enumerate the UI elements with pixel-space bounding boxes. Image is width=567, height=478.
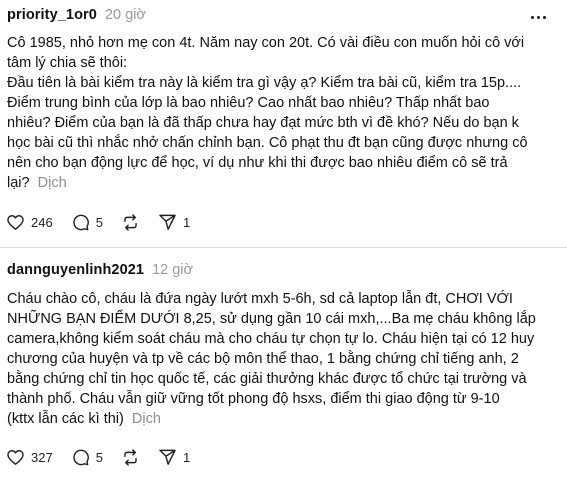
like-count: 246 <box>31 214 53 230</box>
post-header: priority_1or0 20 giờ <box>7 7 146 27</box>
text-line-last: lại? Dịch <box>7 173 563 193</box>
share-button[interactable]: 1 <box>158 448 190 467</box>
like-button[interactable]: 246 <box>6 213 53 232</box>
repost-button[interactable] <box>121 213 140 232</box>
text-line: nhiêu? Điểm của bạn là đã thấp chưa hay … <box>7 115 519 131</box>
heart-icon <box>7 214 24 230</box>
comment-icon <box>73 214 89 230</box>
comment-icon <box>73 449 89 465</box>
more-options-icon[interactable] <box>529 10 547 24</box>
send-icon <box>159 449 176 465</box>
text-line: bằng chứng chỉ tin học quốc tế, các giải… <box>7 371 527 387</box>
text-line-last: (kttx lẫn các kì thi) Dịch <box>7 409 563 429</box>
translate-link[interactable]: Dịch <box>38 175 67 191</box>
text-line: học bài cũ thì nhắc nhở chấn chỉnh bạn. … <box>7 135 528 151</box>
comment-count: 5 <box>95 449 103 465</box>
post-header: dannguyenlinh2021 12 giờ <box>7 262 193 282</box>
username-link[interactable]: dannguyenlinh2021 <box>7 262 144 278</box>
text-line: chương của huyện và tp về các bộ môn thể… <box>7 351 519 367</box>
post-card: priority_1or0 20 giờ Cô 1985, nhỏ hơn mẹ… <box>0 0 567 243</box>
share-count: 1 <box>182 449 191 465</box>
translate-link[interactable]: Dịch <box>132 411 161 427</box>
share-button[interactable]: 1 <box>158 213 190 232</box>
post-time: 12 giờ <box>152 262 194 278</box>
action-bar: 327 5 1 <box>6 446 208 468</box>
like-button[interactable]: 327 <box>6 448 53 467</box>
post-text: Cháu chào cô, cháu là đứa ngày lướt mxh … <box>7 289 563 429</box>
text-line: Cô 1985, nhỏ hơn mẹ con 4t. Năm nay con … <box>7 35 525 51</box>
text-line: Cháu chào cô, cháu là đứa ngày lướt mxh … <box>7 291 513 307</box>
heart-icon <box>7 449 24 465</box>
repost-icon <box>124 213 137 231</box>
text-line: Đầu tiên là bài kiểm tra này là kiểm tra… <box>7 75 522 91</box>
text-line: camera,không kiểm soát cháu mà cho cháu … <box>7 331 535 347</box>
post-card: dannguyenlinh2021 12 giờ Cháu chào cô, c… <box>0 258 567 478</box>
last-line-text: (kttx lẫn các kì thi) <box>7 411 124 427</box>
like-count: 327 <box>31 449 53 465</box>
repost-icon <box>124 448 137 466</box>
last-line-text: lại? <box>7 175 30 191</box>
comment-button[interactable]: 5 <box>71 448 103 467</box>
action-bar: 246 5 1 <box>6 211 208 233</box>
text-line: nên cho bạn động lực để học, ví dụ như k… <box>7 155 508 171</box>
share-count: 1 <box>182 214 191 230</box>
comment-count: 5 <box>95 214 103 230</box>
repost-button[interactable] <box>121 448 140 467</box>
post-text: Cô 1985, nhỏ hơn mẹ con 4t. Năm nay con … <box>7 33 563 193</box>
text-line: tâm lý chia sẽ thôi: <box>7 55 128 71</box>
comment-button[interactable]: 5 <box>71 213 103 232</box>
text-line: thành phố. Cháu vẫn giữ vững tốt phong đ… <box>7 391 500 407</box>
text-line: NHỮNG BẠN ĐIỂM DƯỚI 8,25, sử dụng gần 10… <box>7 311 536 327</box>
username-link[interactable]: priority_1or0 <box>7 7 97 23</box>
post-time: 20 giờ <box>104 7 146 23</box>
post-divider <box>0 247 567 248</box>
send-icon <box>159 214 176 230</box>
text-line: Điểm trung bình của lớp là bao nhiêu? Ca… <box>7 95 490 111</box>
